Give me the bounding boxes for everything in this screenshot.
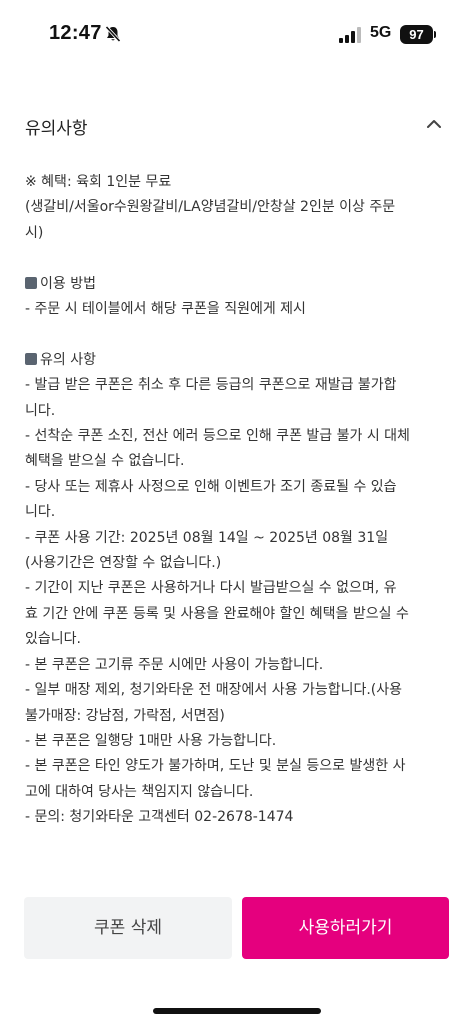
note-line: - 일부 매장 제외, 청기와타운 전 매장에서 사용 가능합니다.(사용: [25, 678, 455, 703]
status-bar: 12:47 5G 97: [0, 0, 473, 70]
note-line: 니다.: [25, 500, 455, 525]
note-line: - 당사 또는 제휴사 사정으로 인해 이벤트가 조기 종료될 수 있습: [25, 475, 455, 500]
note-text: 있습니다.: [25, 631, 81, 648]
bell-slash-icon: [105, 25, 121, 43]
note-heading: 유의 사항: [25, 348, 455, 373]
battery-nub: [434, 31, 436, 38]
network-label: 5G: [370, 24, 392, 41]
note-line: - 발급 받은 쿠폰은 취소 후 다른 등급의 쿠폰으로 재발급 불가합: [25, 373, 455, 398]
delete-coupon-button[interactable]: 쿠폰 삭제: [24, 897, 232, 959]
note-line: - 선착순 쿠폰 소진, 전산 에러 등으로 인해 쿠폰 발급 불가 시 대체: [25, 424, 455, 449]
note-text: - 본 쿠폰은 일행당 1매만 사용 가능합니다.: [25, 732, 277, 749]
note-text: (생갈비/서울or수원왕갈비/LA양념갈비/안창살 2인분 이상 주문: [25, 199, 396, 216]
note-line: - 본 쿠폰은 일행당 1매만 사용 가능합니다.: [25, 729, 455, 754]
square-bullet-icon: [25, 352, 37, 365]
note-text: - 당사 또는 제휴사 사정으로 인해 이벤트가 조기 종료될 수 있습: [25, 478, 397, 495]
note-text: - 선착순 쿠폰 소진, 전산 에러 등으로 인해 쿠폰 발급 불가 시 대체: [25, 428, 410, 445]
note-text: - 본 쿠폰은 타인 양도가 불가하며, 도난 및 분실 등으로 발생한 사: [25, 758, 406, 775]
note-line: - 본 쿠폰은 고기류 주문 시에만 사용이 가능합니다.: [25, 653, 455, 678]
note-line: - 기간이 지난 쿠폰은 사용하거나 다시 발급받으실 수 없으며, 유: [25, 576, 455, 601]
note-text: - 기간이 지난 쿠폰은 사용하거나 다시 발급받으실 수 없으며, 유: [25, 580, 397, 597]
note-text: - 주문 시 테이블에서 해당 쿠폰을 직원에게 제시: [25, 301, 306, 318]
note-heading: 이용 방법: [25, 272, 455, 297]
note-line: (사용기간은 연장할 수 없습니다.): [25, 551, 455, 576]
home-indicator: [153, 1008, 321, 1014]
note-text: 고에 대하여 당사는 책임지지 않습니다.: [25, 783, 254, 800]
chevron-up-icon[interactable]: [424, 114, 444, 134]
note-text: - 쿠폰 사용 기간: 2025년 08월 14일 ~ 2025년 08월 31…: [25, 529, 389, 546]
note-text: 시): [25, 224, 44, 241]
note-line: - 주문 시 테이블에서 해당 쿠폰을 직원에게 제시: [25, 297, 455, 322]
note-text: - 발급 받은 쿠폰은 취소 후 다른 등급의 쿠폰으로 재발급 불가합: [25, 377, 397, 394]
note-text: 혜택을 받으실 수 없습니다.: [25, 453, 185, 470]
note-line: 고에 대하여 당사는 책임지지 않습니다.: [25, 780, 455, 805]
status-time: 12:47: [49, 22, 102, 44]
note-line: - 문의: 청기와타운 고객센터 02-2678-1474: [25, 805, 455, 830]
note-text: 불가매장: 강남점, 가락점, 서면점): [25, 707, 225, 724]
cellular-signal-icon: [339, 27, 361, 43]
battery-indicator: 97: [400, 25, 433, 44]
note-text: 니다.: [25, 402, 56, 419]
square-bullet-icon: [25, 276, 37, 289]
note-text: ※ 혜택: 육회 1인분 무료: [25, 174, 172, 190]
note-text: 유의 사항: [40, 351, 96, 368]
note-line: 시): [25, 221, 455, 246]
note-text: - 일부 매장 제외, 청기와타운 전 매장에서 사용 가능합니다.(사용: [25, 682, 403, 699]
note-line: ※ 혜택: 육회 1인분 무료: [25, 170, 455, 195]
note-text: - 문의: 청기와타운 고객센터 02-2678-1474: [25, 809, 294, 826]
note-line: - 쿠폰 사용 기간: 2025년 08월 14일 ~ 2025년 08월 31…: [25, 526, 455, 551]
section-title: 유의사항: [25, 119, 88, 139]
note-line: (생갈비/서울or수원왕갈비/LA양념갈비/안창살 2인분 이상 주문: [25, 195, 455, 220]
note-text: 니다.: [25, 504, 56, 521]
note-text: - 본 쿠폰은 고기류 주문 시에만 사용이 가능합니다.: [25, 656, 324, 673]
note-text: 효 기간 안에 쿠폰 등록 및 사용을 완료해야 할인 혜택을 받으실 수: [25, 605, 409, 622]
note-line: 효 기간 안에 쿠폰 등록 및 사용을 완료해야 할인 혜택을 받으실 수: [25, 602, 455, 627]
note-text: 이용 방법: [40, 275, 96, 292]
note-line: 니다.: [25, 399, 455, 424]
notes-body: ※ 혜택: 육회 1인분 무료 (생갈비/서울or수원왕갈비/LA양념갈비/안창살…: [25, 170, 455, 831]
note-text: (사용기간은 연장할 수 없습니다.): [25, 555, 222, 572]
note-line: 불가매장: 강남점, 가락점, 서면점): [25, 704, 455, 729]
note-line: 있습니다.: [25, 627, 455, 652]
notes-section-header[interactable]: 유의사항: [0, 102, 473, 146]
note-line: 혜택을 받으실 수 없습니다.: [25, 449, 455, 474]
note-line: - 본 쿠폰은 타인 양도가 불가하며, 도난 및 분실 등으로 발생한 사: [25, 754, 455, 779]
go-use-button[interactable]: 사용하러가기: [242, 897, 449, 959]
